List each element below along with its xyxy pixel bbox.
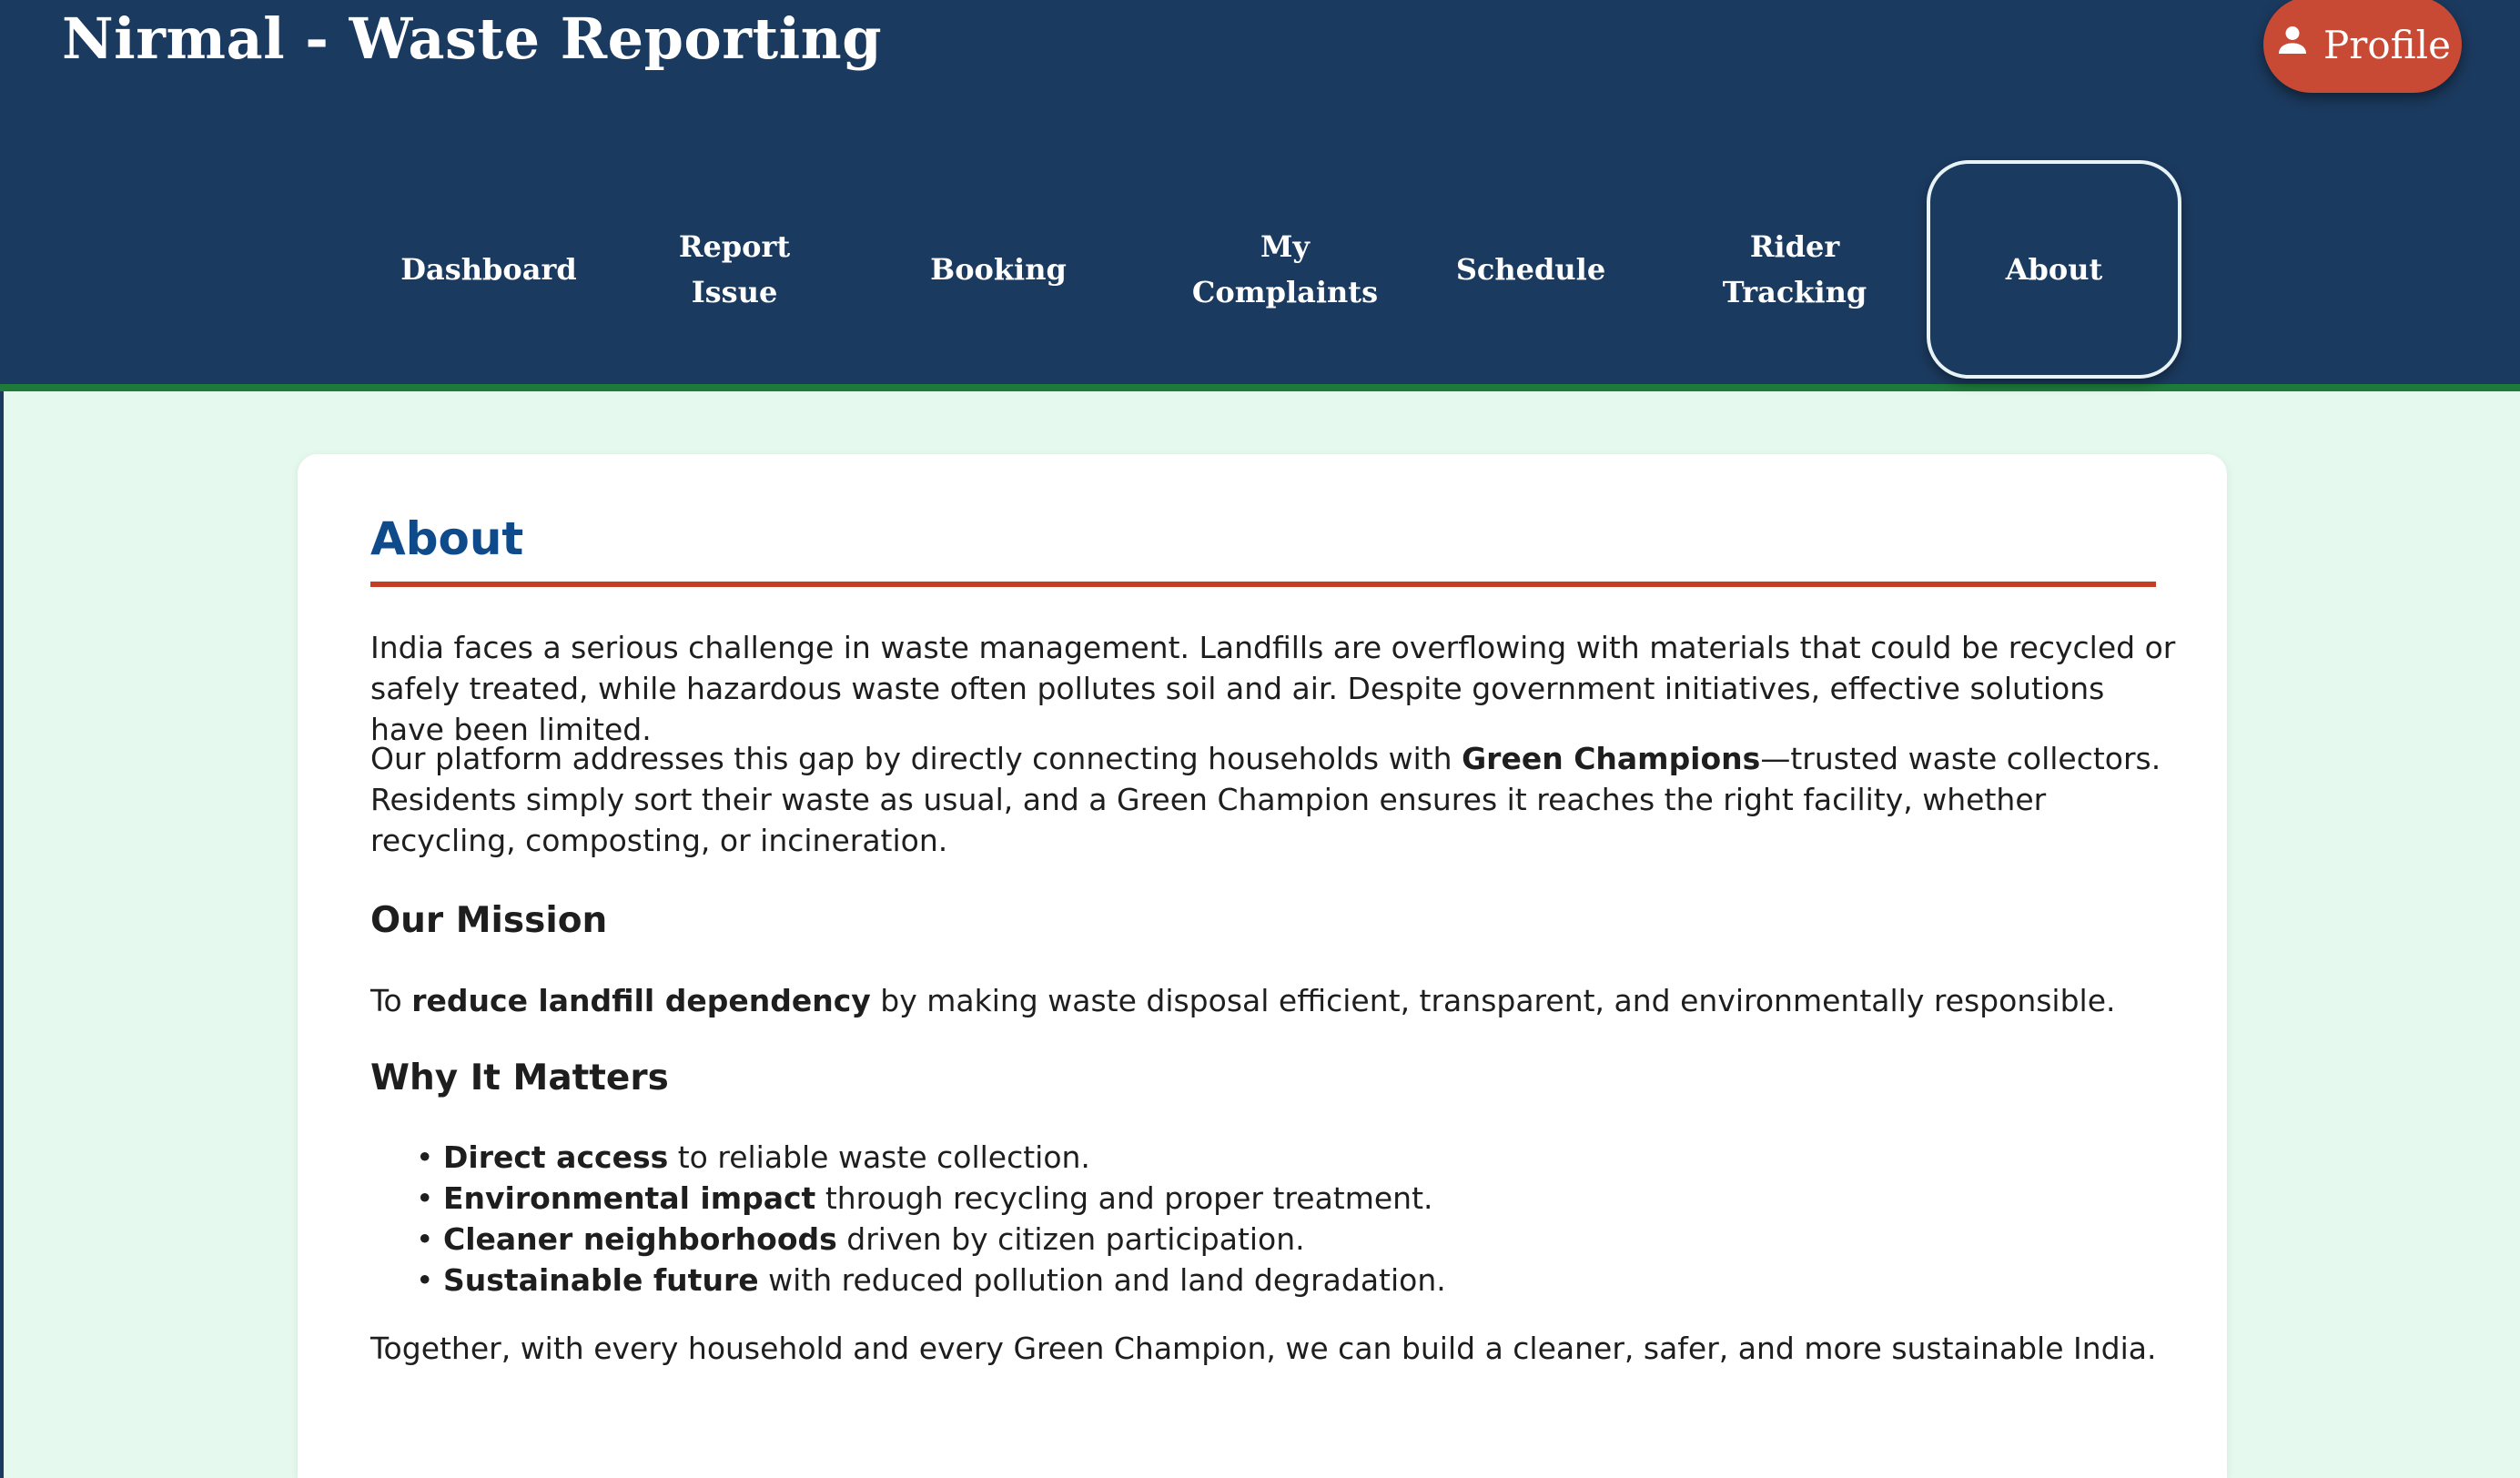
nav-dashboard[interactable]: Dashboard (391, 160, 586, 379)
title-divider (370, 582, 2156, 587)
nav-my-complaints[interactable]: My Complaints (1174, 160, 1396, 379)
closing-paragraph: Together, with every household and every… (370, 1331, 2157, 1366)
profile-button[interactable]: Profile (2263, 0, 2462, 93)
mission-bold-text: reduce landfill dependency (411, 983, 871, 1018)
nav-about-label: About (2005, 252, 2103, 287)
list-item-text: driven by citizen participation. (836, 1221, 1305, 1257)
bullet-icon: • (416, 1262, 434, 1298)
why-heading: Why It Matters (370, 1058, 669, 1098)
mission-text-start: To (370, 983, 412, 1018)
nav-rider-tracking-label: Rider Tracking (1722, 229, 1867, 309)
list-item-text: with reduced pollution and land degradat… (758, 1262, 1446, 1298)
nav-report-issue[interactable]: Report Issue (637, 160, 832, 379)
bullet-icon: • (416, 1221, 434, 1257)
list-item-text: to reliable waste collection. (668, 1139, 1090, 1175)
nav-booking[interactable]: Booking (901, 160, 1096, 379)
app-header: Nirmal - Waste Reporting Profile Dashboa… (0, 0, 2520, 391)
platform-paragraph: Our platform addresses this gap by direc… (370, 738, 2181, 861)
mission-paragraph: To reduce landfill dependency by making … (370, 980, 2116, 1021)
list-item-bold: Environmental impact (443, 1180, 816, 1216)
nav-booking-label: Booking (930, 252, 1067, 287)
list-item-bold: Direct access (443, 1139, 669, 1175)
nav-my-complaints-label: My Complaints (1191, 229, 1379, 309)
list-item: • Environmental impact through recycling … (370, 1178, 1446, 1219)
green-champions-text: Green Champions (1462, 741, 1761, 776)
list-item: • Cleaner neighborhoods driven by citizen… (370, 1219, 1446, 1260)
list-item-text: through recycling and proper treatment. (815, 1180, 1433, 1216)
page-title: About (370, 512, 524, 565)
nav-schedule-label: Schedule (1455, 252, 1606, 287)
list-item-bold: Cleaner neighborhoods (443, 1221, 837, 1257)
mission-heading: Our Mission (370, 900, 608, 941)
why-list: • Direct access to reliable waste collect… (370, 1137, 1446, 1301)
platform-text-start: Our platform addresses this gap by direc… (370, 741, 1462, 776)
list-item: • Direct access to reliable waste collect… (370, 1137, 1446, 1178)
nav-dashboard-label: Dashboard (400, 252, 577, 287)
bullet-icon: • (416, 1180, 434, 1216)
nav-about[interactable]: About (1927, 160, 2181, 379)
app-title: Nirmal - Waste Reporting (62, 5, 883, 72)
bullet-icon: • (416, 1139, 434, 1175)
mission-text-end: by making waste disposal efficient, tran… (870, 983, 2116, 1018)
about-card: About India faces a serious challenge in… (298, 454, 2227, 1478)
intro-paragraph: India faces a serious challenge in waste… (370, 630, 2176, 747)
list-item: • Sustainable future with reduced polluti… (370, 1260, 1446, 1301)
nav-report-issue-label: Report Issue (678, 229, 791, 309)
nav-schedule[interactable]: Schedule (1433, 160, 1628, 379)
list-item-bold: Sustainable future (443, 1262, 759, 1298)
profile-label: Profile (2323, 22, 2451, 67)
person-icon (2274, 22, 2311, 67)
nav-rider-tracking[interactable]: Rider Tracking (1695, 160, 1895, 379)
